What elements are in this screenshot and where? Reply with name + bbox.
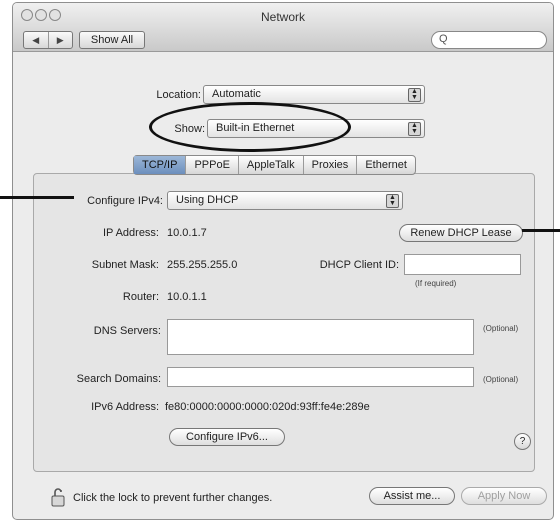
subnet-mask-value: 255.255.255.0 [167, 259, 238, 271]
search-icon: Q [439, 33, 448, 45]
popup-arrows-icon: ▲ ▼ [408, 88, 421, 102]
search-domains-field[interactable] [167, 367, 474, 387]
tab-pppoe[interactable]: PPPoE [186, 156, 239, 174]
ipv6-address-label: IPv6 Address: [91, 401, 159, 413]
help-icon[interactable]: ? [514, 433, 531, 450]
ipv6-address-value: fe80:0000:0000:0000:020d:93ff:fe4e:289e [165, 401, 370, 413]
subnet-mask-label: Subnet Mask: [91, 259, 159, 271]
lock-message: Click the lock to prevent further change… [73, 492, 273, 504]
lock-icon[interactable] [51, 487, 65, 507]
window-title: Network [260, 10, 305, 24]
back-forward-buttons: ◀ ▶ [23, 31, 73, 49]
tab-appletalk[interactable]: AppleTalk [239, 156, 304, 174]
ip-address-label: IP Address: [102, 227, 159, 239]
search-domains-label: Search Domains: [76, 373, 161, 385]
back-arrow-icon[interactable]: ◀ [24, 32, 49, 48]
configure-ipv6-button[interactable]: Configure IPv6... [169, 428, 285, 446]
if-required-note: (If required) [415, 279, 457, 288]
tab-ethernet[interactable]: Ethernet [357, 156, 415, 174]
router-value: 10.0.1.1 [167, 291, 207, 303]
dns-optional-note: (Optional) [483, 324, 519, 333]
location-label: Location: [156, 89, 201, 101]
ip-address-value: 10.0.1.7 [167, 227, 207, 239]
popup-arrows-icon: ▲ ▼ [408, 122, 421, 136]
search-optional-note: (Optional) [483, 375, 519, 384]
renew-lease-callout-line [522, 229, 560, 232]
tab-tcpip[interactable]: TCP/IP [134, 156, 187, 174]
router-label: Router: [122, 291, 159, 303]
apply-now-button[interactable]: Apply Now [461, 487, 547, 505]
dhcp-client-id-field[interactable] [404, 254, 521, 275]
show-all-button[interactable]: Show All [79, 31, 145, 49]
dhcp-client-id-label: DHCP Client ID: [319, 259, 399, 271]
network-preferences-window: Network ◀ ▶ Show All Q Location: Automat… [12, 2, 554, 520]
assist-me-button[interactable]: Assist me... [369, 487, 455, 505]
tab-bar: TCP/IP PPPoE AppleTalk Proxies Ethernet [133, 155, 416, 175]
popup-arrows-icon: ▲ ▼ [386, 194, 399, 208]
location-popup[interactable]: Automatic ▲ ▼ [203, 85, 425, 104]
configure-ipv4-callout-line [0, 196, 74, 199]
renew-dhcp-lease-button[interactable]: Renew DHCP Lease [399, 224, 523, 242]
forward-arrow-icon[interactable]: ▶ [49, 32, 73, 48]
highlight-oval [149, 102, 351, 152]
dns-servers-label: DNS Servers: [93, 325, 161, 337]
configure-ipv4-value: Using DHCP [176, 194, 239, 206]
location-value: Automatic [212, 88, 261, 100]
title-bar: Network ◀ ▶ Show All Q [13, 3, 553, 52]
configure-ipv4-popup[interactable]: Using DHCP ▲ ▼ [167, 191, 403, 210]
dns-servers-field[interactable] [167, 319, 474, 355]
search-field[interactable]: Q [431, 31, 547, 49]
tab-proxies[interactable]: Proxies [304, 156, 358, 174]
